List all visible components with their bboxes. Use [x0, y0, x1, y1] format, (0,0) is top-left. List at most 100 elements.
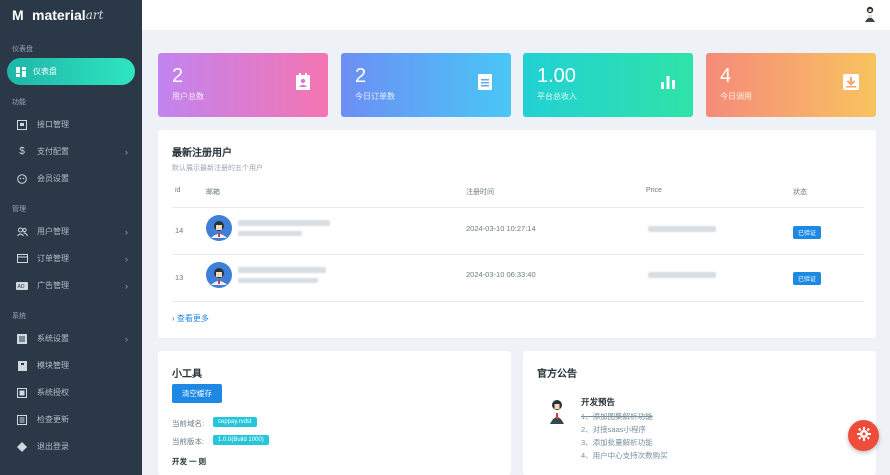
- chevron-right-icon: ›: [125, 226, 128, 237]
- api-icon: [16, 119, 28, 131]
- brand[interactable]: M material art: [0, 0, 142, 30]
- sidebar-item-label: 会员设置: [37, 174, 69, 183]
- panel-title: 官方公告: [537, 369, 577, 380]
- stat-value: 1.00: [537, 65, 576, 87]
- sidebar-item-payment[interactable]: $ 支付配置 ›: [0, 138, 142, 165]
- sidebar-item-label: 订单管理: [37, 254, 69, 263]
- sidebar-item-update[interactable]: 检查更新: [0, 406, 142, 433]
- stat-value: 2: [355, 65, 367, 87]
- order-icon: [16, 253, 28, 265]
- member-icon: [16, 173, 28, 185]
- announcement-item: 4、用户中心支持次数购买: [581, 451, 668, 460]
- section-label-function: 功能: [12, 99, 26, 106]
- column-header-time: 注册时间: [466, 189, 494, 196]
- stat-card-calls[interactable]: 4 今日调用: [706, 53, 876, 117]
- sidebar-item-orders[interactable]: 订单管理 ›: [0, 245, 142, 272]
- user-avatar-icon: [206, 262, 232, 293]
- settings-icon: [16, 333, 28, 345]
- sidebar-item-label: 仪表盘: [33, 67, 57, 76]
- brand-name: material: [32, 7, 86, 23]
- panel-subtitle: 默认展示最新注册的五个用户: [172, 165, 263, 172]
- panel-title: 最新注册用户: [172, 148, 232, 159]
- section-label-system: 系统: [12, 313, 26, 320]
- sidebar-item-api[interactable]: 接口管理: [0, 111, 142, 138]
- sidebar-item-label: 系统设置: [37, 334, 69, 343]
- svg-text:AD: AD: [18, 284, 25, 290]
- topbar: [142, 0, 890, 30]
- divider: [172, 254, 864, 255]
- sidebar-item-label: 检查更新: [37, 415, 69, 424]
- tools-extra-text: 开发 一 则: [172, 457, 207, 466]
- sidebar-item-logout[interactable]: 退出登录: [0, 433, 142, 460]
- sidebar-item-dashboard[interactable]: 仪表盘: [7, 58, 135, 85]
- section-label-manage: 管理: [12, 206, 26, 213]
- user-avatar-icon: [206, 215, 232, 246]
- ad-icon: AD: [16, 280, 28, 292]
- stat-value: 4: [720, 65, 732, 87]
- announcement-panel: 官方公告: [523, 351, 876, 475]
- sidebar-item-member[interactable]: 会员设置: [0, 165, 142, 192]
- sidebar-item-settings[interactable]: 系统设置 ›: [0, 325, 142, 352]
- sidebar-item-label: 接口管理: [37, 120, 69, 129]
- domain-label: 当前域名:: [172, 419, 205, 428]
- cell-time: 2024-03-10 10:27:14: [466, 224, 536, 233]
- announcement-item: 2、对接saas小程序: [581, 425, 647, 434]
- document-icon: [477, 73, 495, 91]
- stat-label: 用户总数: [172, 92, 204, 101]
- sidebar-item-label: 退出登录: [37, 442, 69, 451]
- announcer-avatar-icon: [548, 398, 566, 431]
- gear-icon: [856, 427, 871, 444]
- stat-value: 2: [172, 65, 184, 87]
- user-avatar-icon[interactable]: [864, 6, 876, 22]
- dollar-icon: $: [19, 146, 25, 157]
- divider: [172, 207, 864, 208]
- update-icon: [16, 414, 28, 426]
- column-header-id: id: [175, 187, 181, 194]
- download-icon: [842, 73, 860, 91]
- sidebar-item-ads[interactable]: AD 广告管理 ›: [0, 272, 142, 299]
- sidebar-item-label: 系统授权: [37, 388, 69, 397]
- license-icon: [16, 387, 28, 399]
- clear-cache-button[interactable]: 清空缓存: [172, 384, 222, 403]
- settings-fab-button[interactable]: [848, 420, 879, 451]
- domain-value-badge: ceppay.rvdst: [213, 417, 257, 427]
- divider: [172, 301, 864, 302]
- chevron-right-icon: ›: [125, 146, 128, 157]
- announcement-item: 3、添加批量解析功能: [581, 438, 653, 447]
- view-more-link[interactable]: › 查看更多: [172, 313, 209, 324]
- chevron-right-icon: ›: [125, 253, 128, 264]
- brand-logo: M: [12, 7, 24, 23]
- sidebar-item-license[interactable]: 系统授权: [0, 379, 142, 406]
- stat-label: 今日调用: [720, 92, 752, 101]
- column-header-email: 邮箱: [206, 189, 220, 196]
- cell-time: 2024-03-10 06:33:40: [466, 270, 536, 279]
- stat-label: 今日订单数: [355, 92, 395, 101]
- chevron-right-icon: ›: [125, 280, 128, 291]
- users-icon: [16, 226, 28, 238]
- stat-label: 平台总收入: [537, 92, 577, 101]
- announcement-heading: 开发预告: [581, 397, 616, 407]
- status-badge: 已验证: [793, 226, 822, 239]
- cell-id: 14: [175, 226, 184, 235]
- tools-panel: 小工具: [158, 351, 511, 475]
- masked-email: [238, 267, 326, 273]
- version-value-badge: 1.0.0(Build 1000): [213, 435, 269, 445]
- panel-title: 小工具: [172, 369, 202, 380]
- announcement-item: 1、添加图集解析功能: [581, 412, 653, 421]
- sidebar-item-label: 模块管理: [37, 361, 69, 370]
- logout-icon: [16, 441, 28, 453]
- chevron-right-icon: ›: [125, 333, 128, 344]
- masked-email: [238, 278, 318, 283]
- column-header-status: 状态: [793, 189, 807, 196]
- column-header-price: Price: [646, 187, 662, 194]
- module-icon: [16, 360, 28, 372]
- stat-card-revenue[interactable]: 1.00 平台总收入: [523, 53, 693, 117]
- stat-card-orders[interactable]: 2 今日订单数: [341, 53, 511, 117]
- sidebar: M material art 仪表盘 仪表盘 功能 接口管理 $ 支付配置 › …: [0, 0, 142, 475]
- sidebar-item-modules[interactable]: 模块管理: [0, 352, 142, 379]
- masked-price: [648, 272, 716, 278]
- sidebar-item-label: 用户管理: [37, 227, 69, 236]
- version-label: 当前版本:: [172, 437, 205, 446]
- stat-card-users[interactable]: 2 用户总数: [158, 53, 328, 117]
- sidebar-item-users[interactable]: 用户管理 ›: [0, 218, 142, 245]
